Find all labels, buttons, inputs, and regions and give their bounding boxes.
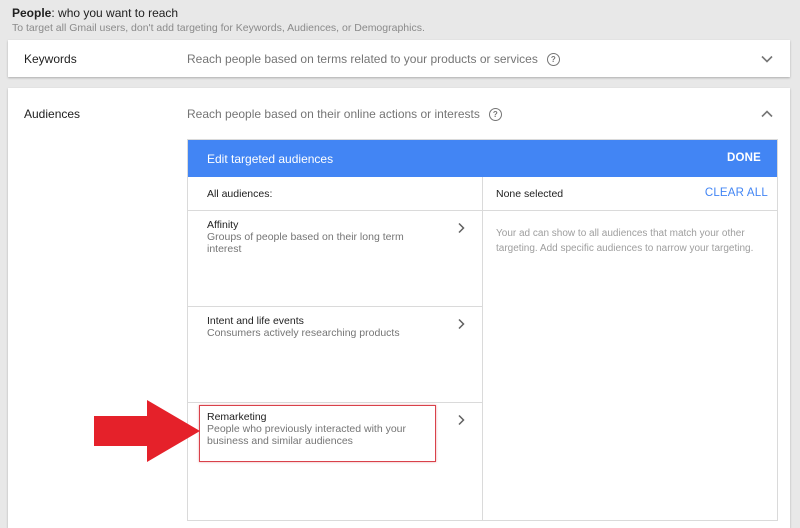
keywords-description: Reach people based on terms related to y… [187,52,538,66]
section-subtitle: To target all Gmail users, don't add tar… [12,22,425,34]
section-header: People: who you want to reach To target … [12,6,425,35]
category-title: Affinity [207,219,239,231]
chevron-down-icon[interactable] [760,52,774,66]
chevron-right-icon[interactable] [456,318,466,330]
keywords-card[interactable]: Keywords Reach people based on terms rel… [8,40,790,77]
category-description: Groups of people based on their long ter… [207,231,404,255]
all-audiences-title: All audiences: [207,188,273,200]
chevron-up-icon[interactable] [760,107,774,121]
all-audiences-column: All audiences: Affinity Groups of people… [188,177,483,520]
audience-editor-panel: Edit targeted audiences DONE All audienc… [187,139,778,521]
panel-title: Edit targeted audiences [207,152,334,166]
audiences-label: Audiences [24,107,81,121]
keywords-description-row: Reach people based on terms related to y… [187,52,560,66]
audiences-description: Reach people based on their online actio… [187,107,480,121]
category-affinity[interactable]: Affinity Groups of people based on their… [188,211,482,307]
panel-header: Edit targeted audiences DONE [188,140,777,177]
chevron-right-icon[interactable] [456,222,466,234]
category-intent-and-life-events[interactable]: Intent and life events Consumers activel… [188,307,482,403]
help-icon[interactable]: ? [488,107,502,121]
keywords-label: Keywords [24,52,77,66]
selected-audiences-header: None selected CLEAR ALL [483,177,777,211]
selected-audiences-column: None selected CLEAR ALL Your ad can show… [483,177,777,520]
done-button[interactable]: DONE [727,152,761,164]
selected-count-label: None selected [496,188,564,200]
section-title-bold: People [12,6,52,20]
annotation-arrow-icon [94,400,200,462]
annotation-highlight-box [199,405,436,462]
audiences-description-row: Reach people based on their online actio… [187,107,502,121]
category-description: Consumers actively researching products [207,327,400,339]
section-title-rest: : who you want to reach [51,6,179,20]
section-title: People: who you want to reach [12,6,425,20]
selection-hint: Your ad can show to all audiences that m… [496,228,754,254]
clear-all-button[interactable]: CLEAR ALL [705,187,768,199]
category-title: Intent and life events [207,315,304,327]
help-icon[interactable]: ? [546,52,560,66]
all-audiences-header: All audiences: [188,177,482,211]
chevron-right-icon[interactable] [456,414,466,426]
